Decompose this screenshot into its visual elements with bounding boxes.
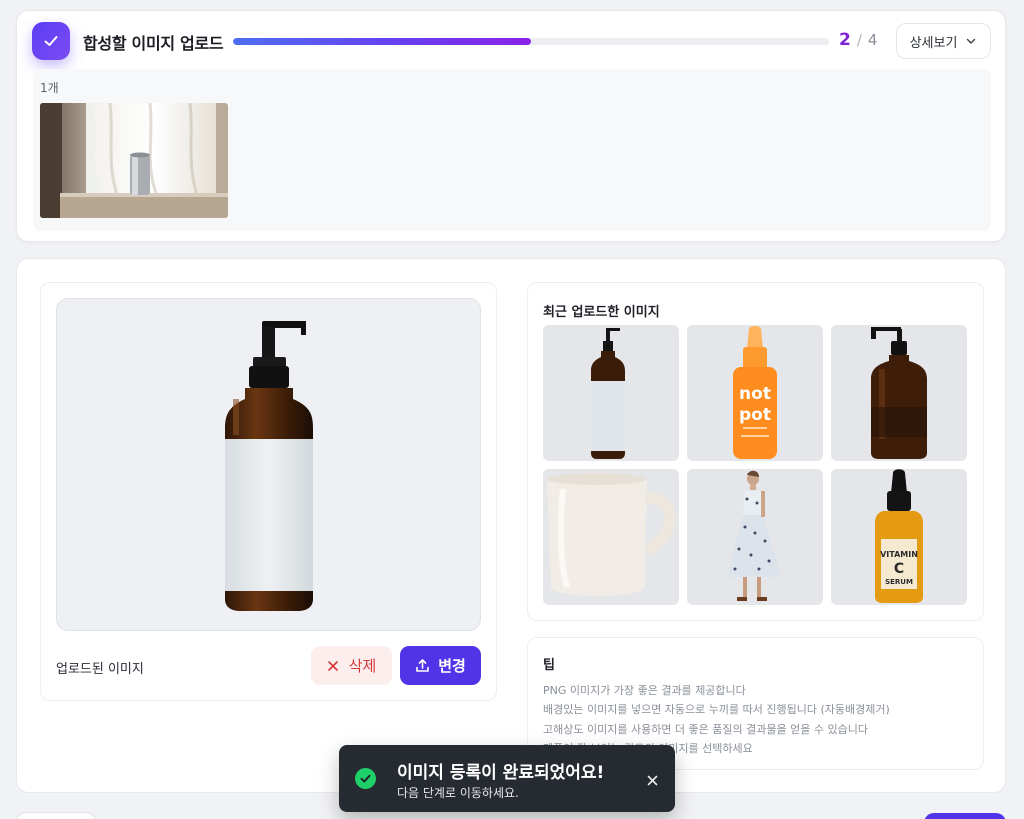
tip-item: PNG 이미지가 가장 좋은 결과를 제공합니다 — [543, 684, 746, 697]
not-pot-bottom-text: pot — [739, 405, 771, 425]
image-count: 1개 — [40, 81, 59, 95]
recent-uploads-title: 최근 업로드한 이미지 — [543, 305, 660, 320]
recent-image-item[interactable]: not pot — [687, 325, 823, 461]
progress-bar — [233, 38, 829, 45]
detail-view-button[interactable]: 상세보기 — [896, 23, 991, 59]
amber-dropper-bottle-vitamin-c-icon: VITAMIN C SERUM — [875, 469, 923, 603]
upload-icon — [416, 659, 429, 672]
amber-pump-bottle-white-label-icon — [591, 328, 625, 459]
detail-view-label: 상세보기 — [909, 35, 958, 51]
change-button[interactable]: 변경 — [400, 646, 481, 685]
tips-title: 팁 — [543, 658, 555, 673]
toast-subtitle: 다음 단계로 이동하세요. — [397, 786, 519, 800]
toast-title: 이미지 등록이 완료되었어요! — [397, 763, 605, 783]
amber-pump-bottle-icon — [871, 327, 927, 459]
recent-image-item[interactable] — [831, 325, 967, 461]
previous-button[interactable] — [16, 812, 96, 819]
c-text: C — [894, 561, 904, 577]
tip-item: 고해상도 이미지를 사용하면 더 좋은 품질의 결과물을 얻을 수 있습니다 — [543, 723, 868, 736]
change-label: 변경 — [438, 657, 466, 675]
step-complete-badge — [32, 22, 70, 60]
white-mug-icon — [547, 473, 677, 596]
step-total: 4 — [867, 31, 878, 49]
serum-text: SERUM — [885, 578, 913, 586]
tip-item: 배경있는 이미지를 넣으면 자동으로 누끼를 따서 진행됩니다 (자동배경제거) — [543, 703, 890, 716]
success-toast: 이미지 등록이 완료되었어요! 다음 단계로 이동하세요. — [339, 745, 675, 812]
step-current: 2 — [839, 30, 851, 50]
recent-image-item[interactable] — [687, 469, 823, 605]
vitamin-text: VITAMIN — [880, 550, 918, 559]
recent-image-item[interactable] — [543, 469, 679, 605]
window-can-photo — [40, 103, 228, 218]
amber-pump-bottle — [225, 321, 313, 611]
chevron-down-icon — [967, 38, 976, 44]
step-counter: 2 / 4 — [839, 30, 877, 50]
check-circle-icon — [355, 768, 376, 789]
delete-label: 삭제 — [348, 657, 377, 675]
orange-dropper-bottle-not-pot-icon: not pot — [733, 326, 777, 459]
upload-step-card: 합성할 이미지 업로드 2 / 4 상세보기 1개 — [16, 10, 1006, 242]
not-pot-top-text: not — [739, 384, 771, 404]
image-select-card: 업로드된 이미지 삭제 변경 최근 업로드한 이미지 not pot VITAM… — [16, 258, 1006, 793]
woman-floral-dress-icon — [727, 470, 781, 601]
recent-image-item[interactable] — [543, 325, 679, 461]
next-button[interactable] — [924, 813, 1006, 819]
uploaded-image-label: 업로드된 이미지 — [56, 662, 144, 677]
page-title: 합성할 이미지 업로드 — [83, 34, 224, 53]
progress-fill — [233, 38, 531, 45]
uploaded-thumbnail[interactable] — [40, 103, 228, 218]
recent-uploads-panel: 최근 업로드한 이미지 not pot VITAMIN C SERUM — [527, 282, 984, 621]
uploaded-images-panel: 1개 — [33, 69, 991, 231]
uploaded-image-panel: 업로드된 이미지 삭제 변경 — [40, 282, 497, 701]
image-preview[interactable] — [56, 298, 481, 631]
close-icon[interactable] — [642, 770, 662, 790]
step-separator: / — [856, 31, 862, 49]
recent-image-item[interactable]: VITAMIN C SERUM — [831, 469, 967, 605]
close-icon — [327, 660, 338, 671]
check-icon — [44, 36, 58, 46]
delete-button[interactable]: 삭제 — [311, 646, 392, 685]
